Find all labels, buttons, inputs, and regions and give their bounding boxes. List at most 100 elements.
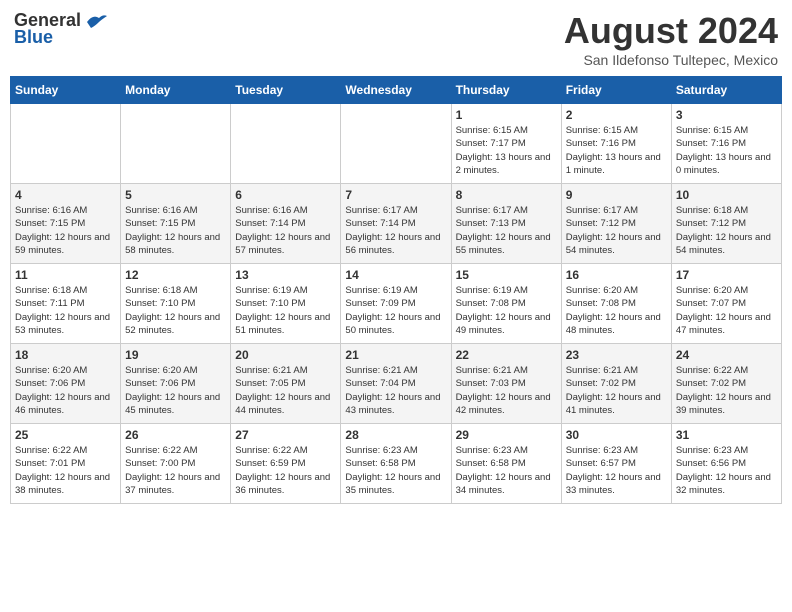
calendar-week-row: 4 Sunrise: 6:16 AM Sunset: 7:15 PM Daylig… [11,184,782,264]
column-header-tuesday: Tuesday [231,77,341,104]
day-detail: Sunrise: 6:15 AM Sunset: 7:16 PM Dayligh… [566,124,667,177]
day-number: 18 [15,348,116,362]
location-subtitle: San Ildefonso Tultepec, Mexico [564,52,778,68]
day-detail: Sunrise: 6:20 AM Sunset: 7:06 PM Dayligh… [15,364,116,417]
day-detail: Sunrise: 6:20 AM Sunset: 7:08 PM Dayligh… [566,284,667,337]
day-detail: Sunrise: 6:22 AM Sunset: 7:02 PM Dayligh… [676,364,777,417]
column-header-sunday: Sunday [11,77,121,104]
calendar-week-row: 11 Sunrise: 6:18 AM Sunset: 7:11 PM Dayli… [11,264,782,344]
day-detail: Sunrise: 6:22 AM Sunset: 6:59 PM Dayligh… [235,444,336,497]
day-number: 29 [456,428,557,442]
day-number: 14 [345,268,446,282]
day-number: 30 [566,428,667,442]
day-number: 13 [235,268,336,282]
calendar-week-row: 1 Sunrise: 6:15 AM Sunset: 7:17 PM Daylig… [11,104,782,184]
day-detail: Sunrise: 6:23 AM Sunset: 6:58 PM Dayligh… [456,444,557,497]
calendar-cell [231,104,341,184]
day-number: 5 [125,188,226,202]
day-detail: Sunrise: 6:18 AM Sunset: 7:11 PM Dayligh… [15,284,116,337]
day-number: 2 [566,108,667,122]
logo-bird-icon [85,12,107,30]
column-header-wednesday: Wednesday [341,77,451,104]
day-number: 11 [15,268,116,282]
day-number: 4 [15,188,116,202]
day-number: 7 [345,188,446,202]
day-detail: Sunrise: 6:22 AM Sunset: 7:00 PM Dayligh… [125,444,226,497]
column-header-saturday: Saturday [671,77,781,104]
logo-blue-text: Blue [14,27,53,48]
day-detail: Sunrise: 6:15 AM Sunset: 7:17 PM Dayligh… [456,124,557,177]
day-detail: Sunrise: 6:19 AM Sunset: 7:09 PM Dayligh… [345,284,446,337]
logo: General Blue [14,10,107,48]
calendar-cell: 8Sunrise: 6:17 AM Sunset: 7:13 PM Daylig… [451,184,561,264]
day-detail: Sunrise: 6:19 AM Sunset: 7:10 PM Dayligh… [235,284,336,337]
day-detail: Sunrise: 6:18 AM Sunset: 7:10 PM Dayligh… [125,284,226,337]
day-number: 9 [566,188,667,202]
calendar-header-row: SundayMondayTuesdayWednesdayThursdayFrid… [11,77,782,104]
day-detail: Sunrise: 6:22 AM Sunset: 7:01 PM Dayligh… [15,444,116,497]
calendar-cell: 4 Sunrise: 6:16 AM Sunset: 7:15 PM Daylig… [11,184,121,264]
calendar-cell: 10 Sunrise: 6:18 AM Sunset: 7:12 PM Dayli… [671,184,781,264]
day-detail: Sunrise: 6:16 AM Sunset: 7:15 PM Dayligh… [125,204,226,257]
day-detail: Sunrise: 6:21 AM Sunset: 7:02 PM Dayligh… [566,364,667,417]
day-number: 28 [345,428,446,442]
calendar-cell: 7Sunrise: 6:17 AM Sunset: 7:14 PM Daylig… [341,184,451,264]
calendar-cell: 27 Sunrise: 6:22 AM Sunset: 6:59 PM Dayli… [231,424,341,504]
calendar-cell: 24 Sunrise: 6:22 AM Sunset: 7:02 PM Dayli… [671,344,781,424]
day-number: 27 [235,428,336,442]
calendar-cell: 20Sunrise: 6:21 AM Sunset: 7:05 PM Dayli… [231,344,341,424]
calendar-cell: 1 Sunrise: 6:15 AM Sunset: 7:17 PM Daylig… [451,104,561,184]
calendar-cell [341,104,451,184]
day-number: 16 [566,268,667,282]
day-detail: Sunrise: 6:19 AM Sunset: 7:08 PM Dayligh… [456,284,557,337]
day-detail: Sunrise: 6:23 AM Sunset: 6:58 PM Dayligh… [345,444,446,497]
day-number: 17 [676,268,777,282]
day-detail: Sunrise: 6:21 AM Sunset: 7:05 PM Dayligh… [235,364,336,417]
title-area: August 2024 San Ildefonso Tultepec, Mexi… [564,10,778,68]
day-detail: Sunrise: 6:20 AM Sunset: 7:06 PM Dayligh… [125,364,226,417]
calendar-cell: 28 Sunrise: 6:23 AM Sunset: 6:58 PM Dayli… [341,424,451,504]
day-number: 21 [345,348,446,362]
calendar-cell: 31 Sunrise: 6:23 AM Sunset: 6:56 PM Dayli… [671,424,781,504]
day-number: 1 [456,108,557,122]
day-detail: Sunrise: 6:20 AM Sunset: 7:07 PM Dayligh… [676,284,777,337]
calendar-cell: 13 Sunrise: 6:19 AM Sunset: 7:10 PM Dayli… [231,264,341,344]
month-year-title: August 2024 [564,10,778,52]
column-header-monday: Monday [121,77,231,104]
day-detail: Sunrise: 6:15 AM Sunset: 7:16 PM Dayligh… [676,124,777,177]
day-detail: Sunrise: 6:23 AM Sunset: 6:57 PM Dayligh… [566,444,667,497]
day-detail: Sunrise: 6:17 AM Sunset: 7:13 PM Dayligh… [456,204,557,257]
calendar-cell: 22Sunrise: 6:21 AM Sunset: 7:03 PM Dayli… [451,344,561,424]
calendar-cell: 16 Sunrise: 6:20 AM Sunset: 7:08 PM Dayli… [561,264,671,344]
day-number: 25 [15,428,116,442]
day-detail: Sunrise: 6:21 AM Sunset: 7:04 PM Dayligh… [345,364,446,417]
day-number: 24 [676,348,777,362]
day-detail: Sunrise: 6:16 AM Sunset: 7:15 PM Dayligh… [15,204,116,257]
day-number: 3 [676,108,777,122]
column-header-thursday: Thursday [451,77,561,104]
calendar-cell: 26 Sunrise: 6:22 AM Sunset: 7:00 PM Dayli… [121,424,231,504]
calendar-cell: 18 Sunrise: 6:20 AM Sunset: 7:06 PM Dayli… [11,344,121,424]
day-detail: Sunrise: 6:17 AM Sunset: 7:12 PM Dayligh… [566,204,667,257]
day-detail: Sunrise: 6:16 AM Sunset: 7:14 PM Dayligh… [235,204,336,257]
calendar-cell: 3 Sunrise: 6:15 AM Sunset: 7:16 PM Daylig… [671,104,781,184]
calendar-cell [121,104,231,184]
day-detail: Sunrise: 6:21 AM Sunset: 7:03 PM Dayligh… [456,364,557,417]
day-number: 10 [676,188,777,202]
calendar-cell: 9 Sunrise: 6:17 AM Sunset: 7:12 PM Daylig… [561,184,671,264]
column-header-friday: Friday [561,77,671,104]
calendar-cell [11,104,121,184]
calendar-cell: 17 Sunrise: 6:20 AM Sunset: 7:07 PM Dayli… [671,264,781,344]
calendar-cell: 21 Sunrise: 6:21 AM Sunset: 7:04 PM Dayli… [341,344,451,424]
day-number: 26 [125,428,226,442]
day-detail: Sunrise: 6:18 AM Sunset: 7:12 PM Dayligh… [676,204,777,257]
calendar-cell: 23 Sunrise: 6:21 AM Sunset: 7:02 PM Dayli… [561,344,671,424]
calendar-cell: 15Sunrise: 6:19 AM Sunset: 7:08 PM Dayli… [451,264,561,344]
calendar-week-row: 18 Sunrise: 6:20 AM Sunset: 7:06 PM Dayli… [11,344,782,424]
calendar-cell: 12Sunrise: 6:18 AM Sunset: 7:10 PM Dayli… [121,264,231,344]
day-number: 31 [676,428,777,442]
day-number: 23 [566,348,667,362]
calendar-week-row: 25 Sunrise: 6:22 AM Sunset: 7:01 PM Dayli… [11,424,782,504]
calendar-cell: 19Sunrise: 6:20 AM Sunset: 7:06 PM Dayli… [121,344,231,424]
day-detail: Sunrise: 6:23 AM Sunset: 6:56 PM Dayligh… [676,444,777,497]
